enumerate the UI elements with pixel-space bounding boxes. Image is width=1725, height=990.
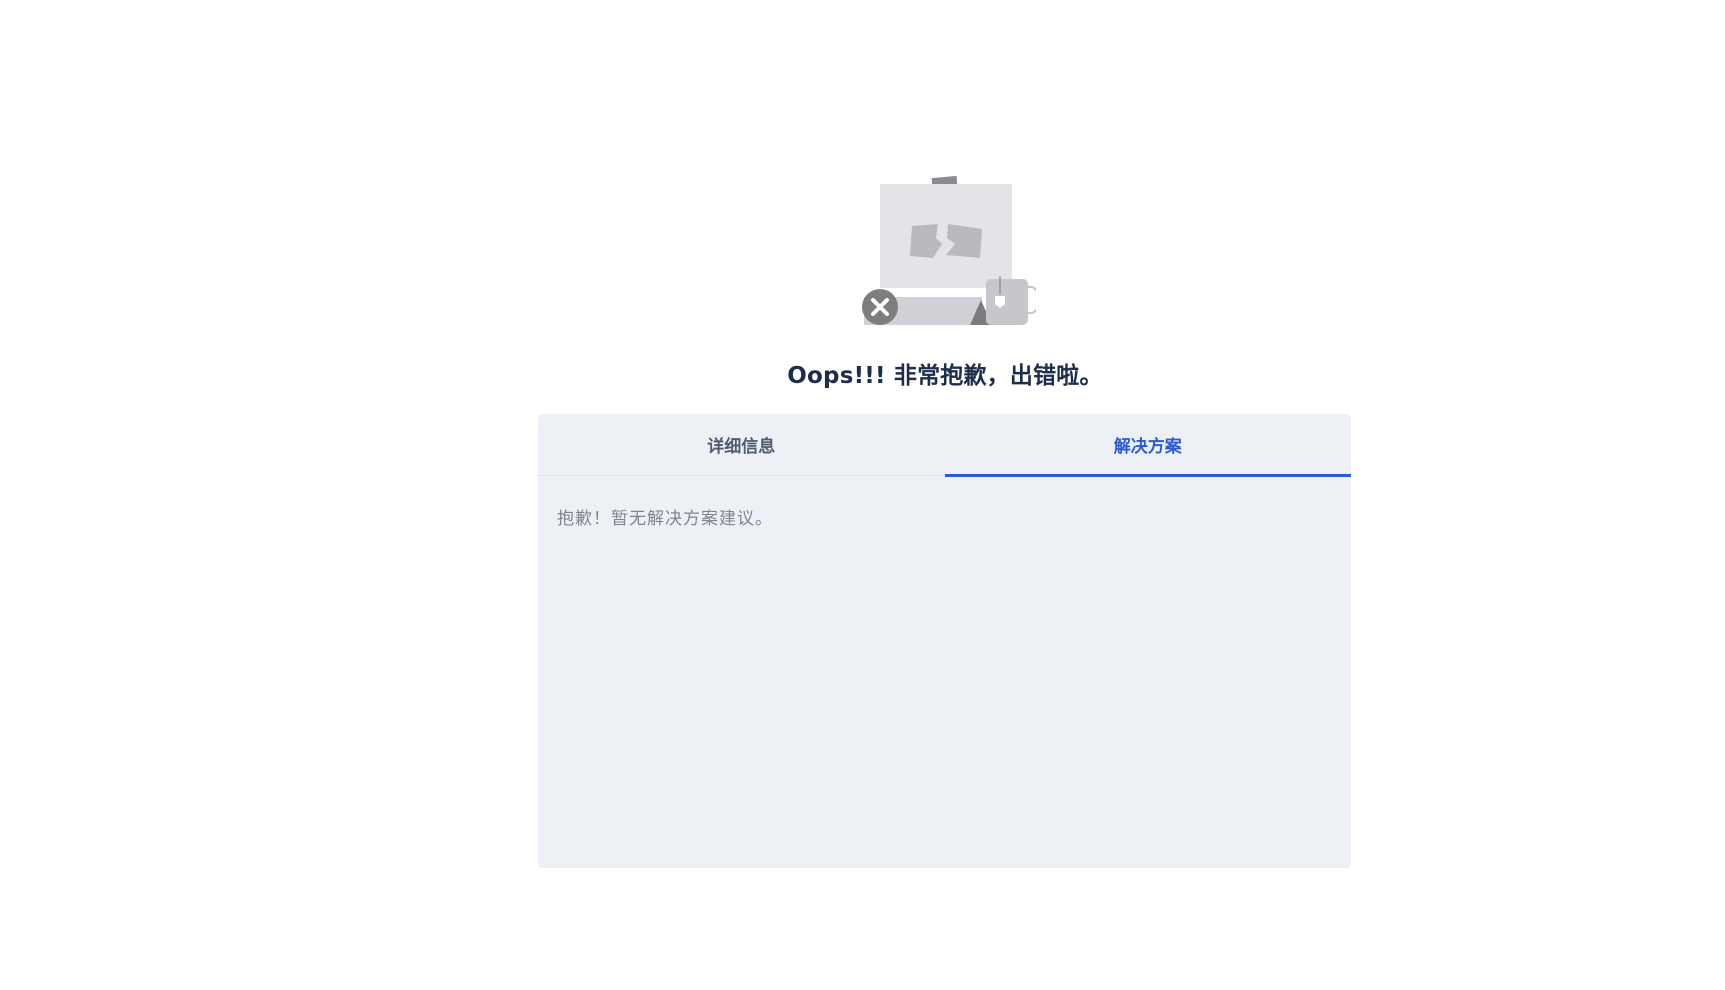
- error-panel: 详细信息 解决方案 抱歉！暂无解决方案建议。: [538, 414, 1351, 868]
- tea-cup-icon: [986, 276, 1036, 325]
- tab-bar: 详细信息 解决方案: [538, 414, 1352, 477]
- solution-message: 抱歉！暂无解决方案建议。: [557, 509, 773, 529]
- tab-solutions[interactable]: 解决方案: [944, 414, 1352, 477]
- tab-details[interactable]: 详细信息: [538, 414, 945, 475]
- board-shape: [880, 184, 1012, 288]
- error-title: Oops!!! 非常抱歉，出错啦。: [787, 363, 1103, 389]
- error-page: Oops!!! 非常抱歉，出错啦。 详细信息 解决方案 抱歉！暂无解决方案建议。: [0, 0, 1725, 990]
- error-illustration: [862, 175, 1036, 325]
- error-x-icon: [862, 289, 898, 325]
